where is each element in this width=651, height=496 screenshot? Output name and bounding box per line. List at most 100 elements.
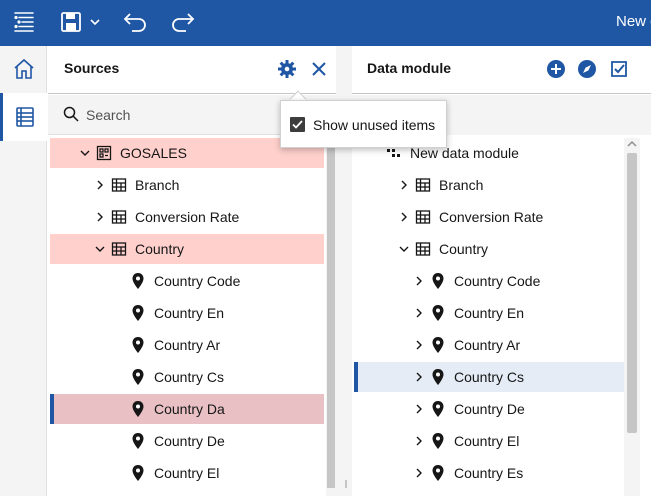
location-icon xyxy=(430,273,446,289)
schema-icon xyxy=(96,145,112,161)
tree-row[interactable]: Country El xyxy=(354,426,624,456)
tree-row[interactable]: Country Code xyxy=(354,266,624,296)
chevron-right-icon[interactable] xyxy=(412,369,426,385)
table-icon xyxy=(415,177,431,193)
chevron-down-icon[interactable] xyxy=(93,241,107,257)
validate-icon[interactable] xyxy=(608,58,630,80)
table-icon xyxy=(111,177,127,193)
tree-row[interactable]: Country Da xyxy=(50,394,324,424)
add-icon[interactable] xyxy=(545,58,567,80)
chevron-right-icon[interactable] xyxy=(412,401,426,417)
chevron-right-icon[interactable] xyxy=(412,337,426,353)
tree-item-label: Conversion Rate xyxy=(439,209,544,225)
navigation-rail xyxy=(0,46,47,496)
chevron-right-icon[interactable] xyxy=(397,209,411,225)
selection-indicator xyxy=(50,394,54,424)
location-icon xyxy=(430,433,446,449)
chevron-down-icon xyxy=(90,19,100,26)
location-icon xyxy=(430,465,446,481)
tree-row[interactable]: Country En xyxy=(50,298,324,328)
tree-item-label: Country xyxy=(439,241,489,257)
tree-item-label: Country Cs xyxy=(454,369,525,385)
location-icon xyxy=(430,305,446,321)
tree-row[interactable]: Country De xyxy=(354,394,624,424)
menu-icon[interactable] xyxy=(8,7,40,37)
settings-popover: Show unused items xyxy=(280,100,447,148)
tree-item-label: Country Ar xyxy=(454,337,521,353)
tree-row[interactable]: Country xyxy=(354,234,624,264)
settings-gear-icon[interactable] xyxy=(276,58,298,80)
chevron-right-icon[interactable] xyxy=(412,465,426,481)
table-icon xyxy=(111,209,127,225)
checkmark-icon xyxy=(292,120,303,129)
location-icon xyxy=(130,369,146,385)
undo-icon[interactable] xyxy=(118,7,152,37)
sources-header: Sources xyxy=(48,46,336,94)
compass-icon[interactable] xyxy=(576,58,598,80)
tree-row[interactable]: Conversion Rate xyxy=(50,202,324,232)
home-icon[interactable] xyxy=(0,46,47,92)
chevron-right-icon[interactable] xyxy=(93,177,107,193)
tree-row[interactable]: Country De xyxy=(50,426,324,456)
table-icon xyxy=(415,209,431,225)
tree-item-label: Country Ar xyxy=(154,337,221,353)
tree-row[interactable]: Conversion Rate xyxy=(354,202,624,232)
chevron-right-icon[interactable] xyxy=(412,433,426,449)
data-module-title: Data module xyxy=(367,60,452,76)
sources-scrollbar-thumb[interactable] xyxy=(327,138,335,488)
table-icon xyxy=(111,241,127,257)
search-icon xyxy=(63,106,79,125)
sources-title: Sources xyxy=(64,60,120,76)
tree-item-label: Country xyxy=(135,241,185,257)
tree-row[interactable]: Country xyxy=(50,234,324,264)
close-icon[interactable] xyxy=(308,58,330,80)
tree-row[interactable]: Country Code xyxy=(50,266,324,296)
tree-row[interactable]: Country Ar xyxy=(354,330,624,360)
data-sources-icon[interactable] xyxy=(0,93,47,141)
location-icon xyxy=(130,465,146,481)
selection-indicator xyxy=(354,362,358,392)
tree-item-label: Country En xyxy=(154,305,225,321)
tree-item-label: Country El xyxy=(454,433,520,449)
tree-row[interactable]: Country El xyxy=(50,458,324,488)
scroll-up-icon[interactable] xyxy=(626,140,638,148)
chevron-down-icon[interactable] xyxy=(397,241,411,257)
chevron-right-icon[interactable] xyxy=(397,177,411,193)
location-icon xyxy=(430,337,446,353)
splitter-handle[interactable] xyxy=(345,480,347,488)
tree-row[interactable]: Country Ar xyxy=(50,330,324,360)
tree-item-label: Branch xyxy=(439,177,484,193)
tree-item-label: Country Cs xyxy=(154,369,225,385)
tree-item-label: Country Code xyxy=(154,273,241,289)
location-icon xyxy=(130,273,146,289)
location-icon xyxy=(430,401,446,417)
data-module-scrollbar-thumb[interactable] xyxy=(627,153,637,433)
chevron-right-icon[interactable] xyxy=(93,209,107,225)
tree-row[interactable]: Country Cs xyxy=(354,362,624,392)
tree-item-label: Conversion Rate xyxy=(135,209,240,225)
tree-row[interactable]: Country Cs xyxy=(50,362,324,392)
location-icon xyxy=(130,401,146,417)
tree-row[interactable]: Branch xyxy=(50,170,324,200)
tree-item-label: Branch xyxy=(135,177,180,193)
chevron-right-icon[interactable] xyxy=(412,305,426,321)
tree-item-label: Country Code xyxy=(454,273,541,289)
save-icon xyxy=(61,12,81,32)
data-module-header: Data module xyxy=(352,46,651,94)
tree-item-label: Country De xyxy=(454,401,525,417)
tree-row[interactable]: Country En xyxy=(354,298,624,328)
chevron-down-icon[interactable] xyxy=(78,145,92,161)
top-toolbar: New d xyxy=(0,0,651,46)
save-menu-button[interactable] xyxy=(58,7,104,37)
show-unused-label[interactable]: Show unused items xyxy=(313,117,435,133)
tree-item-label: Country El xyxy=(154,465,220,481)
location-icon xyxy=(130,305,146,321)
redo-icon[interactable] xyxy=(166,7,200,37)
chevron-right-icon[interactable] xyxy=(412,273,426,289)
data-module-tab-title[interactable]: New d xyxy=(616,13,651,30)
tree-row[interactable]: Country Es xyxy=(354,458,624,488)
show-unused-checkbox[interactable] xyxy=(290,117,305,132)
tree-item-label: Country En xyxy=(454,305,525,321)
tree-row[interactable]: Branch xyxy=(354,170,624,200)
location-icon xyxy=(130,337,146,353)
